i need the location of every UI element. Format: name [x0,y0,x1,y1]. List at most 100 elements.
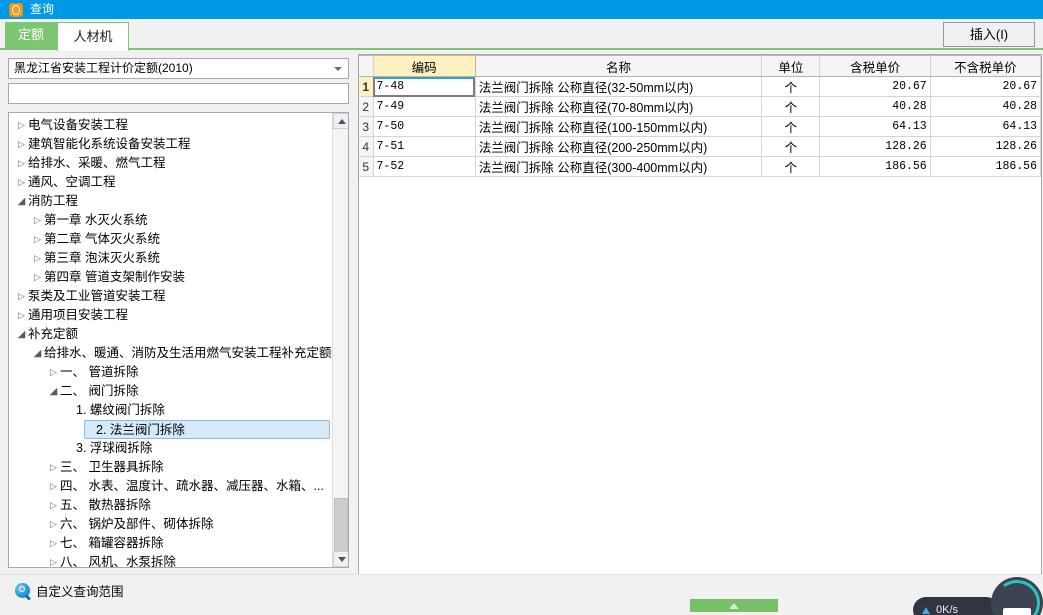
tree-node[interactable]: 三、 卫生器具拆除 [9,458,334,477]
library-select[interactable]: 黑龙江省安装工程计价定额(2010) [8,58,349,79]
tab-dinge[interactable]: 定额 [5,22,57,50]
tree-expander-closed-icon[interactable] [15,287,28,306]
tree-expander-closed-icon[interactable] [31,211,44,230]
definition-tree[interactable]: 电气设备安装工程建筑智能化系统设备安装工程给排水、采暖、燃气工程通风、空调工程消… [9,116,334,567]
network-speed-widget[interactable]: 0K/s [913,597,999,615]
column-header-code[interactable]: 编码 [372,55,476,77]
tree-node-label: 一、 管道拆除 [60,365,139,379]
tree-expander-closed-icon[interactable] [47,363,60,382]
tree-expander-closed-icon[interactable] [15,173,28,192]
tree-node[interactable]: 一、 管道拆除 [9,363,334,382]
tree-node-label: 2. 法兰阀门拆除 [96,423,185,437]
tree-expander-closed-icon[interactable] [47,458,60,477]
expand-tray-bar[interactable] [690,599,778,612]
tree-node[interactable]: 七、 箱罐容器拆除 [9,534,334,553]
tree-expander-closed-icon[interactable] [47,477,60,496]
column-header-price-notax[interactable]: 不含税单价 [930,55,1041,77]
tree-expander-closed-icon[interactable] [47,553,60,567]
table-row[interactable]: 2 7-49 法兰阀门拆除 公称直径(70-80mm以内) 个 40.28 40.28 [359,96,1041,117]
cell-price-notax[interactable]: 64.13 [930,116,1041,137]
cell-name[interactable]: 法兰阀门拆除 公称直径(100-150mm以内) [475,116,763,137]
scroll-up-button[interactable] [333,113,348,129]
insert-button[interactable]: 插入(I) [943,22,1035,47]
column-header-name[interactable]: 名称 [475,55,763,77]
tree-node[interactable]: 通风、空调工程 [9,173,334,192]
table-row[interactable]: 5 7-52 法兰阀门拆除 公称直径(300-400mm以内) 个 186.56 186.… [359,156,1041,177]
tree-node[interactable]: 3. 浮球阀拆除 [9,439,334,458]
cell-rownum: 2 [359,96,374,117]
tree-expander-closed-icon[interactable] [31,230,44,249]
cell-price-tax[interactable]: 186.56 [819,156,931,177]
cell-name[interactable]: 法兰阀门拆除 公称直径(300-400mm以内) [475,156,763,177]
table-row[interactable]: 4 7-51 法兰阀门拆除 公称直径(200-250mm以内) 个 128.26 128.… [359,136,1041,157]
cell-unit[interactable]: 个 [761,136,821,157]
tree-node-label: 六、 锅炉及部件、砌体拆除 [60,517,214,531]
tree-node[interactable]: 给排水、采暖、燃气工程 [9,154,334,173]
cell-price-tax[interactable]: 128.26 [819,136,931,157]
tree-node[interactable]: 四、 水表、温度计、疏水器、减压器、水箱、... [9,477,334,496]
tree-node[interactable]: 第一章 水灭火系统 [9,211,334,230]
column-header-unit[interactable]: 单位 [761,55,821,77]
tree-node[interactable]: 消防工程 [9,192,334,211]
custom-scope-button[interactable]: 自定义查询范围 [15,581,124,599]
tree-node-label: 二、 阀门拆除 [60,384,139,398]
cell-code[interactable]: 7-49 [373,96,476,117]
cell-name[interactable]: 法兰阀门拆除 公称直径(200-250mm以内) [475,136,763,157]
cell-price-notax[interactable]: 20.67 [930,76,1041,97]
tree-expander-closed-icon[interactable] [15,154,28,173]
cell-price-notax[interactable]: 186.56 [930,156,1041,177]
cell-code[interactable]: 7-51 [373,136,476,157]
tree-expander-open-icon[interactable] [15,192,28,211]
cell-unit[interactable]: 个 [761,96,821,117]
scroll-down-button[interactable] [333,551,348,567]
search-input[interactable] [8,83,349,104]
tree-node[interactable]: 1. 螺纹阀门拆除 [9,401,334,420]
tree-expander-open-icon[interactable] [15,325,28,344]
cell-price-tax[interactable]: 20.67 [819,76,931,97]
tree-expander-closed-icon[interactable] [31,268,44,287]
tree-expander-closed-icon[interactable] [47,534,60,553]
tree-node[interactable]: 补充定额 [9,325,334,344]
tree-node[interactable]: 五、 散热器拆除 [9,496,334,515]
tree-expander-open-icon[interactable] [31,344,44,363]
tree-expander-open-icon[interactable] [47,382,60,401]
cell-price-tax[interactable]: 40.28 [819,96,931,117]
tree-node[interactable]: 给排水、暖通、消防及生活用燃气安装工程补充定额 [9,344,334,363]
tree-node[interactable]: 八、 风机、水泵拆除 [9,553,334,567]
cell-name[interactable]: 法兰阀门拆除 公称直径(32-50mm以内) [475,76,763,97]
title-bar: 查询 [0,0,1043,19]
cell-price-notax[interactable]: 40.28 [930,96,1041,117]
tree-expander-closed-icon[interactable] [47,496,60,515]
tree-node[interactable]: 通用项目安装工程 [9,306,334,325]
tree-node[interactable]: 六、 锅炉及部件、砌体拆除 [9,515,334,534]
tree-expander-closed-icon[interactable] [31,249,44,268]
cell-code[interactable]: 7-52 [373,156,476,177]
cell-code[interactable]: 7-50 [373,116,476,137]
cell-unit[interactable]: 个 [761,76,821,97]
cell-price-tax[interactable]: 64.13 [819,116,931,137]
tree-node[interactable]: 2. 法兰阀门拆除 [84,420,330,439]
tree-node[interactable]: 二、 阀门拆除 [9,382,334,401]
cell-rownum: 5 [359,156,374,177]
tree-node[interactable]: 泵类及工业管道安装工程 [9,287,334,306]
cell-price-notax[interactable]: 128.26 [930,136,1041,157]
tree-expander-closed-icon[interactable] [15,306,28,325]
tab-rencaiji[interactable]: 人材机 [57,22,129,51]
tree-node[interactable]: 第二章 气体灭火系统 [9,230,334,249]
cell-unit[interactable]: 个 [761,156,821,177]
tree-expander-closed-icon[interactable] [47,515,60,534]
table-row[interactable]: 3 7-50 法兰阀门拆除 公称直径(100-150mm以内) 个 64.13 64.13 [359,116,1041,137]
tree-node[interactable]: 建筑智能化系统设备安装工程 [9,135,334,154]
column-header-price-tax[interactable]: 含税单价 [819,55,931,77]
cell-unit[interactable]: 个 [761,116,821,137]
tree-node[interactable]: 第三章 泡沫灭火系统 [9,249,334,268]
tree-expander-closed-icon[interactable] [15,116,28,135]
tree-node-label: 建筑智能化系统设备安装工程 [28,137,191,151]
tree-scrollbar[interactable] [332,113,348,567]
tree-expander-closed-icon[interactable] [15,135,28,154]
cell-code[interactable]: 7-48 [373,76,476,97]
tree-node[interactable]: 电气设备安装工程 [9,116,334,135]
tree-node[interactable]: 第四章 管道支架制作安装 [9,268,334,287]
table-row[interactable]: 1 7-48 法兰阀门拆除 公称直径(32-50mm以内) 个 20.67 20.67 [359,76,1041,97]
cell-name[interactable]: 法兰阀门拆除 公称直径(70-80mm以内) [475,96,763,117]
